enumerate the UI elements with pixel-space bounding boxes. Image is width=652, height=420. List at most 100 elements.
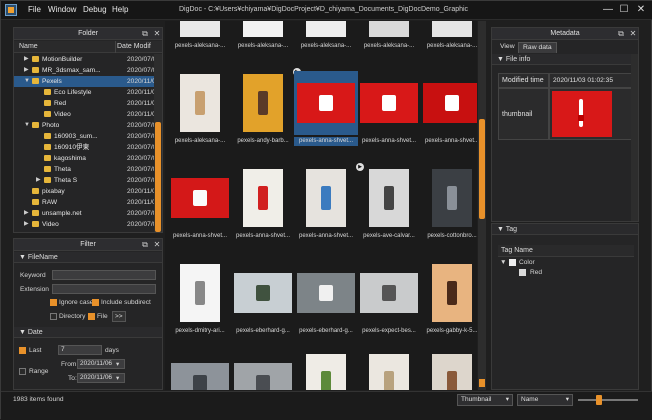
menu-help[interactable]: Help bbox=[112, 5, 128, 14]
maximize-button[interactable]: ☐ bbox=[618, 4, 630, 16]
chevron-right-icon[interactable]: ▶ bbox=[24, 65, 29, 76]
thumbnail-item[interactable]: pexels-anna-shvet... bbox=[168, 166, 232, 247]
folder-tree-row[interactable]: ▼ Photo 2020/07/02 bbox=[14, 120, 154, 131]
to-date-dropdown-icon[interactable]: ▾ bbox=[116, 374, 119, 382]
thumbnail-item[interactable]: pexels-aleksana-... bbox=[357, 21, 421, 57]
thumbnail-item[interactable]: pexels-aleksana-... bbox=[231, 21, 295, 57]
thumbnail-item[interactable]: pexels-anna-shvet... bbox=[231, 166, 295, 247]
folder-icon bbox=[32, 56, 39, 62]
thumbnail-item[interactable]: pexels-eberhard-g... bbox=[294, 261, 358, 342]
thumbnail-item[interactable]: pexels-george-she... bbox=[168, 351, 232, 390]
folder-tree-row[interactable]: ▶ Theta S 2020/07/02 bbox=[14, 175, 154, 186]
thumbnail-item[interactable]: pexels-karolina-g... bbox=[294, 351, 358, 390]
menu-window[interactable]: Window bbox=[48, 5, 76, 14]
thumbnail-item[interactable]: pexels-kalina-oot... bbox=[231, 351, 295, 390]
more-options-button[interactable]: >> bbox=[112, 311, 126, 322]
folder-tree-row[interactable]: Red 2020/11/03 bbox=[14, 98, 154, 109]
chevron-right-icon[interactable]: ▶ bbox=[24, 54, 29, 65]
grid-scrollbar-thumb[interactable] bbox=[479, 119, 485, 219]
last-days-input[interactable]: 7 bbox=[58, 345, 102, 355]
chevron-right-icon[interactable]: ▶ bbox=[36, 175, 41, 186]
view-mode-select[interactable]: Thumbnail ▾ bbox=[457, 394, 513, 406]
chevron-down-icon[interactable]: ▼ bbox=[24, 76, 30, 87]
thumbnail-item[interactable]: pexels-aleksana-... bbox=[168, 71, 232, 152]
folder-tree-row[interactable]: ▼ Pexels 2020/11/03 bbox=[14, 76, 154, 87]
keyword-input[interactable] bbox=[52, 270, 156, 280]
filter-panel-close-icon[interactable]: ✕ bbox=[152, 239, 162, 251]
thumbnail-item[interactable]: ▶pexels-cottonbro... bbox=[420, 166, 477, 247]
extension-label: Extension bbox=[20, 286, 49, 293]
directory-checkbox[interactable] bbox=[50, 313, 57, 320]
folder-icon bbox=[44, 100, 51, 106]
sort-select[interactable]: Name ▾ bbox=[517, 394, 573, 406]
filter-panel-float-icon[interactable]: ⧉ bbox=[140, 239, 150, 251]
zoom-slider-thumb[interactable] bbox=[596, 395, 602, 405]
folder-tree-row[interactable]: ▶ unsample.net 2020/07/02 bbox=[14, 208, 154, 219]
grid-scrollbar[interactable] bbox=[478, 21, 486, 390]
tab-raw-data[interactable]: Raw data bbox=[518, 42, 557, 53]
thumbnail-item[interactable]: ▶pexels-gabby-k-5... bbox=[420, 261, 477, 342]
folder-name: unsample.net bbox=[42, 210, 82, 217]
red-tag-checkbox[interactable] bbox=[519, 269, 526, 276]
extension-input[interactable] bbox=[52, 284, 156, 294]
thumbnail-item[interactable]: pexels-aleksana-... bbox=[294, 21, 358, 57]
chevron-right-icon[interactable]: ▶ bbox=[24, 208, 29, 219]
from-date-dropdown-icon[interactable]: ▾ bbox=[116, 360, 119, 368]
thumbnail-item[interactable]: pexels-anna-shvet... bbox=[294, 71, 358, 152]
color-tag-checkbox[interactable] bbox=[509, 259, 516, 266]
thumbnail-item[interactable]: ▶pexels-andy-barb... bbox=[231, 68, 301, 152]
folder-tree-row[interactable]: RAW 2020/11/06 bbox=[14, 197, 154, 208]
folder-panel-float-icon[interactable]: ⧉ bbox=[140, 28, 150, 40]
folder-tree-row[interactable]: Video 2020/11/03 bbox=[14, 109, 154, 120]
folder-tree-row[interactable]: ▶ Video 2020/07/02 bbox=[14, 219, 154, 230]
thumbnail-item[interactable]: pexels-karolina-g... bbox=[357, 351, 421, 390]
menu-file[interactable]: File bbox=[28, 5, 41, 14]
metadata-panel-close-icon[interactable]: ✕ bbox=[628, 28, 638, 40]
last-checkbox[interactable] bbox=[19, 347, 26, 354]
metadata-scrollbar[interactable] bbox=[631, 54, 638, 221]
filename-section-header[interactable]: ▼ FileName bbox=[14, 252, 162, 263]
thumbnail-item[interactable]: pexels-expect-bes... bbox=[357, 261, 421, 342]
include-subdir-checkbox[interactable] bbox=[92, 299, 99, 306]
folder-tree-row[interactable]: Theta 2020/07/02 bbox=[14, 164, 154, 175]
folder-tree-row[interactable]: Eco Lifestyle 2020/11/03 bbox=[14, 87, 154, 98]
thumbnail-item[interactable]: pexels-aleksana-... bbox=[420, 21, 477, 57]
tab-view[interactable]: View bbox=[496, 42, 519, 52]
folder-panel-close-icon[interactable]: ✕ bbox=[152, 28, 162, 40]
chevron-right-icon[interactable]: ▶ bbox=[24, 219, 29, 230]
range-checkbox[interactable] bbox=[19, 368, 26, 375]
tag-name-column-header[interactable]: Tag Name bbox=[498, 245, 634, 257]
column-name[interactable]: Name bbox=[19, 41, 38, 53]
tag-section-header[interactable]: ▼ Tag bbox=[492, 224, 638, 235]
file-info-section-header[interactable]: ▼ File info bbox=[492, 54, 638, 65]
file-checkbox[interactable] bbox=[88, 313, 95, 320]
thumbnail-item[interactable]: pexels-anna-shvet... bbox=[420, 71, 477, 152]
folder-tree-row[interactable]: pixabay 2020/11/03 bbox=[14, 186, 154, 197]
folder-scrollbar[interactable] bbox=[154, 54, 162, 232]
thumbnail-item[interactable]: pexels-karolina-g... bbox=[420, 351, 477, 390]
thumbnail-item[interactable]: pexels-eberhard-g... bbox=[231, 261, 295, 342]
metadata-panel-float-icon[interactable]: ⧉ bbox=[616, 28, 626, 40]
close-button[interactable]: ✕ bbox=[635, 4, 647, 16]
folder-tree-row[interactable]: ▶ MotionBuilder 2020/07/02 bbox=[14, 54, 154, 65]
thumbnail-item[interactable]: pexels-dmitry-ari... bbox=[168, 261, 232, 342]
chevron-down-icon[interactable]: ▼ bbox=[24, 120, 30, 131]
file-label: File bbox=[97, 313, 108, 320]
minimize-button[interactable]: — bbox=[602, 4, 614, 16]
folder-scrollbar-thumb[interactable] bbox=[155, 122, 161, 232]
chevron-down-icon[interactable]: ▼ bbox=[500, 259, 507, 266]
thumbnail-item[interactable]: pexels-aleksana-... bbox=[168, 21, 232, 57]
column-date[interactable]: Date Modif bbox=[117, 41, 151, 53]
folder-tree-row[interactable]: 160910伊東 2020/07/02 bbox=[14, 142, 154, 153]
menu-debug[interactable]: Debug bbox=[83, 5, 107, 14]
grid-scroll-down-icon[interactable] bbox=[479, 379, 485, 387]
folder-tree-row[interactable]: ▶ MR_3dsmax_sam... 2020/07/02 bbox=[14, 65, 154, 76]
folder-tree-row[interactable]: kagoshima 2020/07/02 bbox=[14, 153, 154, 164]
thumbnail-item[interactable]: ▶ pexels-anna-shvet... bbox=[294, 163, 364, 247]
folder-tree-row[interactable]: 160903_sum... 2020/07/02 bbox=[14, 131, 154, 142]
date-section-header[interactable]: ▼ Date bbox=[14, 327, 162, 338]
ignore-case-checkbox[interactable] bbox=[50, 299, 57, 306]
zoom-slider-track[interactable] bbox=[578, 399, 638, 401]
thumbnail-item[interactable]: pexels-ave-calvar... bbox=[357, 166, 421, 247]
thumbnail-item[interactable]: pexels-anna-shvet... bbox=[357, 71, 421, 152]
